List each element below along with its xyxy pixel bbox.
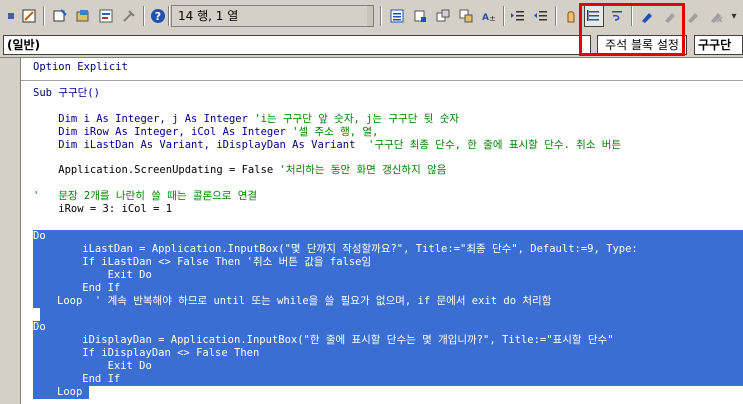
svg-text:±: ±	[489, 14, 496, 23]
comment-block-highlight	[579, 3, 685, 56]
object-combo[interactable]: (일반)	[3, 35, 591, 55]
code-line-selected: Do	[33, 321, 46, 333]
toolbar-overflow-icon[interactable]: ▾	[727, 5, 741, 27]
code-line-selected: iLastDan = Application.InputBox("몇 단까지 작…	[57, 243, 638, 255]
insert-object-icon[interactable]	[50, 5, 70, 27]
edit-tools-icon[interactable]	[73, 5, 93, 27]
code-line-selected: End If	[57, 282, 121, 294]
properties-icon[interactable]	[96, 5, 116, 27]
code-line-selected: Exit Do	[57, 360, 152, 372]
procedure-combo[interactable]: 구구단	[694, 35, 743, 55]
code-line-selected: iDisplayDan = Application.InputBox("한 줄에…	[57, 334, 614, 346]
cursor-position-text: 14 행, 1 열	[178, 9, 239, 23]
code-line-selected: If iDisplayDan <> False Then	[57, 347, 260, 359]
margin-indicator-bar[interactable]	[0, 58, 21, 404]
indent-icon[interactable]	[508, 5, 528, 27]
view-excel-icon[interactable]	[19, 5, 39, 27]
toolbar-grip	[1, 5, 21, 27]
code-line: ' 문장 2개를 나란히 쓸 때는 콜론으로 연결	[33, 190, 258, 202]
parameter-info-icon[interactable]	[456, 5, 476, 27]
svg-text:A: A	[482, 13, 489, 23]
code-editor[interactable]: Option Explicit Sub 구구단() Dim i As Integ…	[0, 57, 743, 404]
help-icon[interactable]: ?	[148, 5, 168, 27]
list-properties-icon[interactable]	[387, 5, 407, 27]
toggle-breakpoint-icon[interactable]	[561, 5, 581, 27]
code-line: Option Explicit	[33, 61, 128, 73]
svg-text:?: ?	[155, 10, 161, 23]
status-grip	[367, 6, 373, 26]
code-line: Application.ScreenUpdating = False '처리하는…	[33, 164, 447, 176]
complete-word-icon[interactable]: A ±	[479, 5, 499, 27]
code-line-selected: If iLastDan <> False Then '취소 버튼 값을 fals…	[57, 256, 372, 268]
clear-bookmarks-icon[interactable]	[706, 5, 726, 27]
outdent-icon[interactable]	[531, 5, 551, 27]
cursor-position-status: 14 행, 1 열	[171, 5, 374, 27]
code-line: Dim iLastDan As Variant, iDisplayDan As …	[33, 139, 622, 151]
code-line: Dim i As Integer, j As Integer 'i는 구구단 앞…	[33, 113, 460, 125]
code-line: Dim iRow As Integer, iCol As Integer '셀 …	[33, 126, 379, 138]
code-line-selected: End If	[57, 373, 121, 385]
quick-info-icon[interactable]	[433, 5, 453, 27]
procedure-separator	[21, 80, 743, 81]
code-line-selected: Do	[33, 230, 46, 242]
code-line: iRow = 3: iCol = 1	[33, 203, 173, 215]
code-line-selected: Exit Do	[57, 269, 152, 281]
list-constants-icon[interactable]	[410, 5, 430, 27]
toolbox-icon[interactable]	[119, 5, 139, 27]
code-line-selected: Loop	[57, 386, 83, 398]
previous-bookmark-icon[interactable]	[683, 5, 703, 27]
code-line-selected: Loop ' 계속 반복해야 하므로 until 또는 while을 쓸 필요가…	[57, 295, 552, 307]
code-line: Sub 구구단()	[33, 87, 100, 99]
